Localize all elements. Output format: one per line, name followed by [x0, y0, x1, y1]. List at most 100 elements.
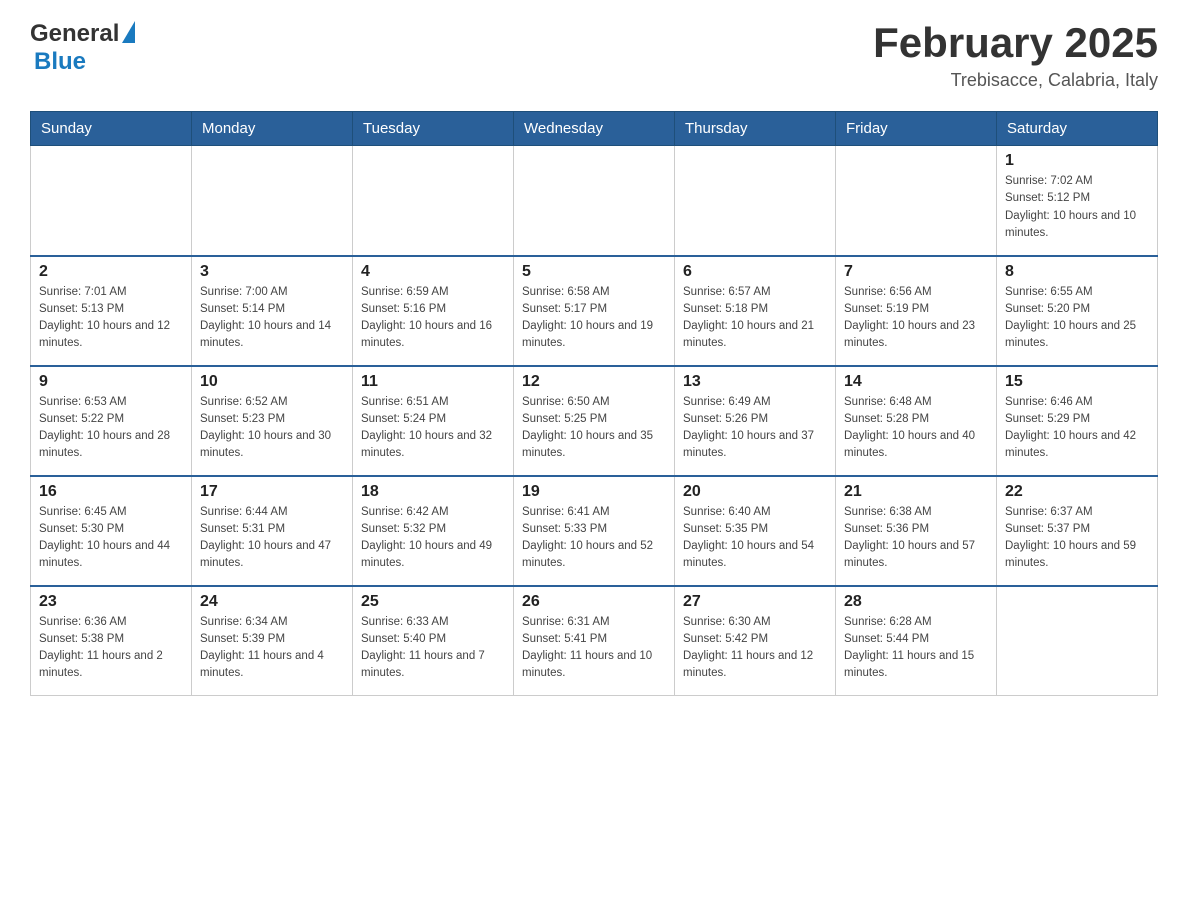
calendar-cell: 7 Sunrise: 6:56 AM Sunset: 5:19 PM Daylig… — [836, 256, 997, 366]
day-number: 9 — [39, 373, 183, 391]
day-info: Sunrise: 7:01 AM Sunset: 5:13 PM Dayligh… — [39, 284, 183, 353]
calendar-cell: 20Sunrise: 6:40 AM Sunset: 5:35 PM Dayli… — [675, 476, 836, 586]
day-info: Sunrise: 6:36 AM Sunset: 5:38 PM Dayligh… — [39, 614, 183, 683]
day-number: 26 — [522, 593, 666, 611]
day-number: 14 — [844, 373, 988, 391]
calendar-cell — [353, 146, 514, 256]
day-number: 22 — [1005, 483, 1149, 501]
day-info: Sunrise: 6:55 AM Sunset: 5:20 PM Dayligh… — [1005, 284, 1149, 353]
calendar-title: February 2025 — [873, 20, 1158, 66]
day-number: 2 — [39, 263, 183, 281]
calendar-cell — [514, 146, 675, 256]
calendar-cell: 21 Sunrise: 6:38 AM Sunset: 5:36 PM Dayli… — [836, 476, 997, 586]
day-info: Sunrise: 6:59 AM Sunset: 5:16 PM Dayligh… — [361, 284, 505, 353]
column-header-tuesday: Tuesday — [353, 112, 514, 146]
column-header-wednesday: Wednesday — [514, 112, 675, 146]
day-info: Sunrise: 6:28 AM Sunset: 5:44 PM Dayligh… — [844, 614, 988, 683]
calendar-subtitle: Trebisacce, Calabria, Italy — [873, 70, 1158, 91]
calendar-cell: 12 Sunrise: 6:50 AM Sunset: 5:25 PM Dayli… — [514, 366, 675, 476]
title-section: February 2025 Trebisacce, Calabria, Ital… — [873, 20, 1158, 91]
calendar-cell — [192, 146, 353, 256]
column-header-sunday: Sunday — [31, 112, 192, 146]
calendar-cell: 17 Sunrise: 6:44 AM Sunset: 5:31 PM Dayli… — [192, 476, 353, 586]
page-header: General Blue February 2025 Trebisacce, C… — [30, 20, 1158, 91]
calendar-cell: 25 Sunrise: 6:33 AM Sunset: 5:40 PM Dayli… — [353, 586, 514, 696]
calendar-week-row: 9 Sunrise: 6:53 AM Sunset: 5:22 PM Daylig… — [31, 366, 1158, 476]
calendar-cell: 18Sunrise: 6:42 AM Sunset: 5:32 PM Dayli… — [353, 476, 514, 586]
day-info: Sunrise: 6:53 AM Sunset: 5:22 PM Dayligh… — [39, 394, 183, 463]
day-number: 17 — [200, 483, 344, 501]
day-number: 27 — [683, 593, 827, 611]
day-number: 15 — [1005, 373, 1149, 391]
day-info: Sunrise: 6:41 AM Sunset: 5:33 PM Dayligh… — [522, 504, 666, 573]
day-number: 19 — [522, 483, 666, 501]
logo-arrow-icon — [122, 21, 135, 43]
calendar-cell — [31, 146, 192, 256]
day-number: 8 — [1005, 263, 1149, 281]
day-number: 16 — [39, 483, 183, 501]
calendar-week-row: 23 Sunrise: 6:36 AM Sunset: 5:38 PM Dayli… — [31, 586, 1158, 696]
day-number: 6 — [683, 263, 827, 281]
day-number: 11 — [361, 373, 505, 391]
calendar-cell: 14 Sunrise: 6:48 AM Sunset: 5:28 PM Dayli… — [836, 366, 997, 476]
day-number: 7 — [844, 263, 988, 281]
day-number: 25 — [361, 593, 505, 611]
calendar-cell: 1Sunrise: 7:02 AM Sunset: 5:12 PM Daylig… — [997, 146, 1158, 256]
calendar-cell: 19 Sunrise: 6:41 AM Sunset: 5:33 PM Dayli… — [514, 476, 675, 586]
calendar-cell: 16 Sunrise: 6:45 AM Sunset: 5:30 PM Dayli… — [31, 476, 192, 586]
calendar-header-row: SundayMondayTuesdayWednesdayThursdayFrid… — [31, 112, 1158, 146]
calendar-cell: 11 Sunrise: 6:51 AM Sunset: 5:24 PM Dayli… — [353, 366, 514, 476]
day-info: Sunrise: 6:33 AM Sunset: 5:40 PM Dayligh… — [361, 614, 505, 683]
day-info: Sunrise: 6:50 AM Sunset: 5:25 PM Dayligh… — [522, 394, 666, 463]
day-info: Sunrise: 6:45 AM Sunset: 5:30 PM Dayligh… — [39, 504, 183, 573]
calendar-cell: 2 Sunrise: 7:01 AM Sunset: 5:13 PM Daylig… — [31, 256, 192, 366]
calendar-week-row: 1Sunrise: 7:02 AM Sunset: 5:12 PM Daylig… — [31, 146, 1158, 256]
calendar-cell: 26 Sunrise: 6:31 AM Sunset: 5:41 PM Dayli… — [514, 586, 675, 696]
calendar-cell: 10 Sunrise: 6:52 AM Sunset: 5:23 PM Dayli… — [192, 366, 353, 476]
day-info: Sunrise: 6:31 AM Sunset: 5:41 PM Dayligh… — [522, 614, 666, 683]
calendar-cell — [997, 586, 1158, 696]
calendar-cell: 13Sunrise: 6:49 AM Sunset: 5:26 PM Dayli… — [675, 366, 836, 476]
day-number: 23 — [39, 593, 183, 611]
calendar-cell: 27 Sunrise: 6:30 AM Sunset: 5:42 PM Dayli… — [675, 586, 836, 696]
day-info: Sunrise: 6:48 AM Sunset: 5:28 PM Dayligh… — [844, 394, 988, 463]
logo: General Blue — [30, 20, 135, 76]
day-info: Sunrise: 6:37 AM Sunset: 5:37 PM Dayligh… — [1005, 504, 1149, 573]
calendar-cell: 3 Sunrise: 7:00 AM Sunset: 5:14 PM Daylig… — [192, 256, 353, 366]
day-info: Sunrise: 7:00 AM Sunset: 5:14 PM Dayligh… — [200, 284, 344, 353]
day-info: Sunrise: 6:52 AM Sunset: 5:23 PM Dayligh… — [200, 394, 344, 463]
logo-blue-text: Blue — [34, 48, 86, 75]
day-info: Sunrise: 6:38 AM Sunset: 5:36 PM Dayligh… — [844, 504, 988, 573]
calendar-cell: 28 Sunrise: 6:28 AM Sunset: 5:44 PM Dayli… — [836, 586, 997, 696]
calendar-cell — [836, 146, 997, 256]
day-info: Sunrise: 6:30 AM Sunset: 5:42 PM Dayligh… — [683, 614, 827, 683]
day-info: Sunrise: 6:34 AM Sunset: 5:39 PM Dayligh… — [200, 614, 344, 683]
column-header-monday: Monday — [192, 112, 353, 146]
day-number: 28 — [844, 593, 988, 611]
calendar-cell: 22 Sunrise: 6:37 AM Sunset: 5:37 PM Dayli… — [997, 476, 1158, 586]
day-number: 12 — [522, 373, 666, 391]
calendar-cell: 5Sunrise: 6:58 AM Sunset: 5:17 PM Daylig… — [514, 256, 675, 366]
day-info: Sunrise: 6:51 AM Sunset: 5:24 PM Dayligh… — [361, 394, 505, 463]
calendar-table: SundayMondayTuesdayWednesdayThursdayFrid… — [30, 111, 1158, 696]
day-number: 1 — [1005, 152, 1149, 170]
day-number: 3 — [200, 263, 344, 281]
column-header-friday: Friday — [836, 112, 997, 146]
calendar-cell: 6 Sunrise: 6:57 AM Sunset: 5:18 PM Daylig… — [675, 256, 836, 366]
calendar-cell: 9 Sunrise: 6:53 AM Sunset: 5:22 PM Daylig… — [31, 366, 192, 476]
calendar-week-row: 16 Sunrise: 6:45 AM Sunset: 5:30 PM Dayli… — [31, 476, 1158, 586]
day-info: Sunrise: 6:44 AM Sunset: 5:31 PM Dayligh… — [200, 504, 344, 573]
day-number: 24 — [200, 593, 344, 611]
calendar-cell: 8 Sunrise: 6:55 AM Sunset: 5:20 PM Daylig… — [997, 256, 1158, 366]
calendar-cell: 24 Sunrise: 6:34 AM Sunset: 5:39 PM Dayli… — [192, 586, 353, 696]
day-number: 21 — [844, 483, 988, 501]
day-info: Sunrise: 6:57 AM Sunset: 5:18 PM Dayligh… — [683, 284, 827, 353]
calendar-cell — [675, 146, 836, 256]
day-info: Sunrise: 6:56 AM Sunset: 5:19 PM Dayligh… — [844, 284, 988, 353]
day-info: Sunrise: 6:42 AM Sunset: 5:32 PM Dayligh… — [361, 504, 505, 573]
column-header-saturday: Saturday — [997, 112, 1158, 146]
column-header-thursday: Thursday — [675, 112, 836, 146]
day-number: 10 — [200, 373, 344, 391]
day-info: Sunrise: 6:46 AM Sunset: 5:29 PM Dayligh… — [1005, 394, 1149, 463]
logo-general-text: General — [30, 20, 119, 48]
